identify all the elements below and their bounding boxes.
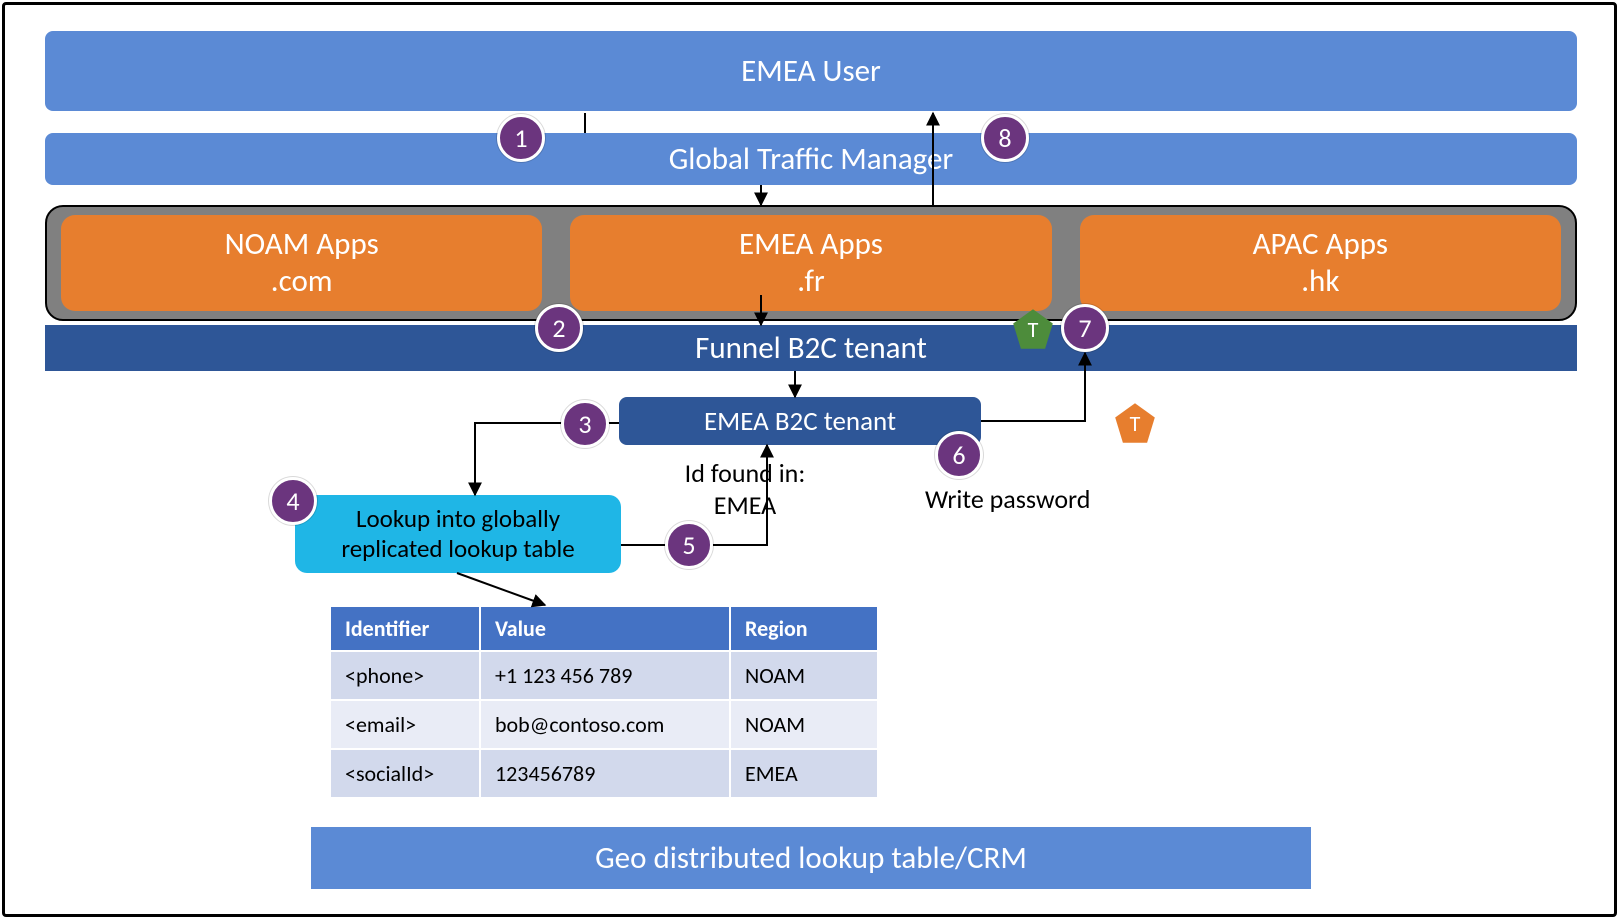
lookup-l2: replicated lookup table <box>341 534 574 564</box>
cell-reg: EMEA <box>730 749 878 798</box>
diagram-stage: EMEA User Global Traffic Manager NOAM Ap… <box>5 5 1614 914</box>
lookup-box: Lookup into globally replicated lookup t… <box>295 495 621 573</box>
lookup-l1: Lookup into globally <box>356 504 560 534</box>
th-region: Region <box>730 606 878 651</box>
id-found-l1: Id found in: <box>655 457 835 489</box>
funnel-label: Funnel B2C tenant <box>695 329 927 367</box>
footer-label: Geo distributed lookup table/CRM <box>595 839 1027 877</box>
apac-domain: .hk <box>1301 263 1339 300</box>
cell-reg: NOAM <box>730 700 878 749</box>
emea-b2c-bar: EMEA B2C tenant <box>619 397 981 445</box>
table-row: <socialId> 123456789 EMEA <box>330 749 878 798</box>
gtm-bar: Global Traffic Manager <box>45 133 1577 185</box>
step-7: 7 <box>1061 304 1109 352</box>
gtm-label: Global Traffic Manager <box>669 140 954 178</box>
id-found-label: Id found in: EMEA <box>655 457 835 521</box>
cell-reg: NOAM <box>730 651 878 700</box>
step-8: 8 <box>981 114 1029 162</box>
step-1: 1 <box>497 114 545 162</box>
step-2: 2 <box>535 304 583 352</box>
apac-title: APAC Apps <box>1253 226 1388 263</box>
noam-apps-card: NOAM Apps .com <box>61 215 542 311</box>
th-value: Value <box>480 606 730 651</box>
apac-apps-card: APAC Apps .hk <box>1080 215 1561 311</box>
table-row: <phone> +1 123 456 789 NOAM <box>330 651 878 700</box>
emea-apps-card: EMEA Apps .fr <box>570 215 1051 311</box>
emea-user-bar: EMEA User <box>45 31 1577 111</box>
th-identifier: Identifier <box>330 606 480 651</box>
id-found-l2: EMEA <box>655 489 835 521</box>
token-green-label: T <box>1028 316 1039 343</box>
emea-b2c-label: EMEA B2C tenant <box>704 405 896 438</box>
lookup-table: Identifier Value Region <phone> +1 123 4… <box>329 605 879 799</box>
noam-domain: .com <box>271 263 333 300</box>
step-6: 6 <box>935 431 983 479</box>
noam-title: NOAM Apps <box>225 226 379 263</box>
emea-domain: .fr <box>797 263 825 300</box>
table-header-row: Identifier Value Region <box>330 606 878 651</box>
step-4: 4 <box>269 477 317 525</box>
cell-id: <phone> <box>330 651 480 700</box>
token-orange-label: T <box>1130 410 1141 437</box>
emea-title: EMEA Apps <box>739 226 883 263</box>
step-3: 3 <box>561 400 609 448</box>
funnel-b2c-bar: Funnel B2C tenant <box>45 325 1577 371</box>
cell-val: 123456789 <box>480 749 730 798</box>
cell-id: <email> <box>330 700 480 749</box>
emea-user-label: EMEA User <box>741 52 881 90</box>
cell-val: bob@contoso.com <box>480 700 730 749</box>
token-orange: T <box>1113 401 1157 445</box>
footer-bar: Geo distributed lookup table/CRM <box>311 827 1311 889</box>
step-5: 5 <box>665 521 713 569</box>
token-green: T <box>1011 307 1055 351</box>
cell-id: <socialId> <box>330 749 480 798</box>
apps-row: NOAM Apps .com EMEA Apps .fr APAC Apps .… <box>45 205 1577 321</box>
cell-val: +1 123 456 789 <box>480 651 730 700</box>
table-row: <email> bob@contoso.com NOAM <box>330 700 878 749</box>
write-password-label: Write password <box>925 483 1090 515</box>
